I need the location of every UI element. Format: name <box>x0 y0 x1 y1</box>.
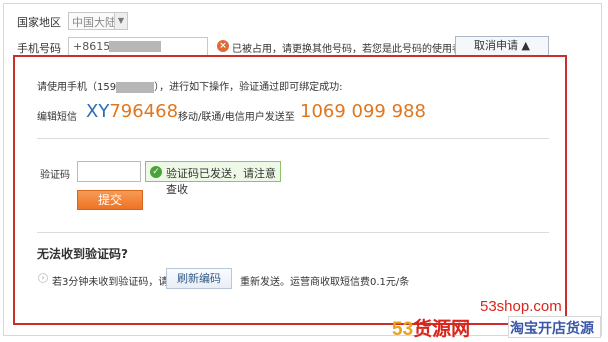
target-number: 1069 099 988 <box>300 101 426 122</box>
sms-code-prefix: XY <box>86 101 110 122</box>
sms-label: 编辑短信 <box>37 112 77 123</box>
phone-input[interactable]: +86159 <box>68 37 208 56</box>
sms-code: XY796468 <box>86 101 178 122</box>
submit-button[interactable]: 提交 <box>77 190 143 210</box>
code-sent-text: 验证码已发送，请注意查收 <box>166 167 276 196</box>
resend-code-button[interactable]: 刷新编码 <box>166 268 232 289</box>
phone-error-text: 已被占用，请更换其他号码，若您是此号码的使用者 <box>232 44 462 55</box>
sms-code-number: 796468 <box>109 101 179 122</box>
instruction-end: ），进行如下操作，验证通过即可绑定成功: <box>154 82 343 93</box>
watermark-brand-digits: 53 <box>392 319 414 340</box>
instruction-phone-redaction <box>116 81 155 93</box>
region-label: 国家地区 <box>17 16 61 29</box>
watermark-brand-name: 货源网 <box>413 319 471 340</box>
help-prefix: 若3分钟未收到验证码，请 <box>52 277 169 288</box>
region-value: 中国大陆 <box>72 16 116 29</box>
chevron-right-icon: › <box>38 273 48 283</box>
watermark-site: 53shop.com <box>480 298 562 315</box>
code-sent-tip: ✓ 验证码已发送，请注意查收 <box>145 161 281 196</box>
cancel-application-button[interactable]: 取消申请 ▲ <box>455 36 549 56</box>
phone-label: 手机号码 <box>17 42 61 55</box>
no-code-title: 无法收到验证码? <box>37 247 128 261</box>
divider-top <box>37 138 549 139</box>
error-icon: × <box>217 40 229 52</box>
carrier-text: 移动/联通/电信用户发送至 <box>178 112 295 123</box>
watermark-brand: 53货源网 <box>392 314 470 341</box>
divider-bottom <box>37 232 549 233</box>
code-label: 验证码 <box>40 170 70 181</box>
phone-redaction <box>109 41 161 52</box>
help-suffix: 重新发送。运营商收取短信费0.1元/条 <box>240 277 410 288</box>
watermark-slogan: 淘宝开店货源 <box>510 320 594 336</box>
instruction-start: 请使用手机（159 <box>37 82 117 93</box>
verification-code-input[interactable] <box>77 161 141 182</box>
instruction-text: 请使用手机（159 ），进行如下操作，验证通过即可绑定成功: <box>37 78 342 93</box>
region-select[interactable]: 中国大陆 ▼ <box>68 12 128 30</box>
check-icon: ✓ <box>150 166 162 178</box>
chevron-down-icon[interactable]: ▼ <box>114 13 127 29</box>
